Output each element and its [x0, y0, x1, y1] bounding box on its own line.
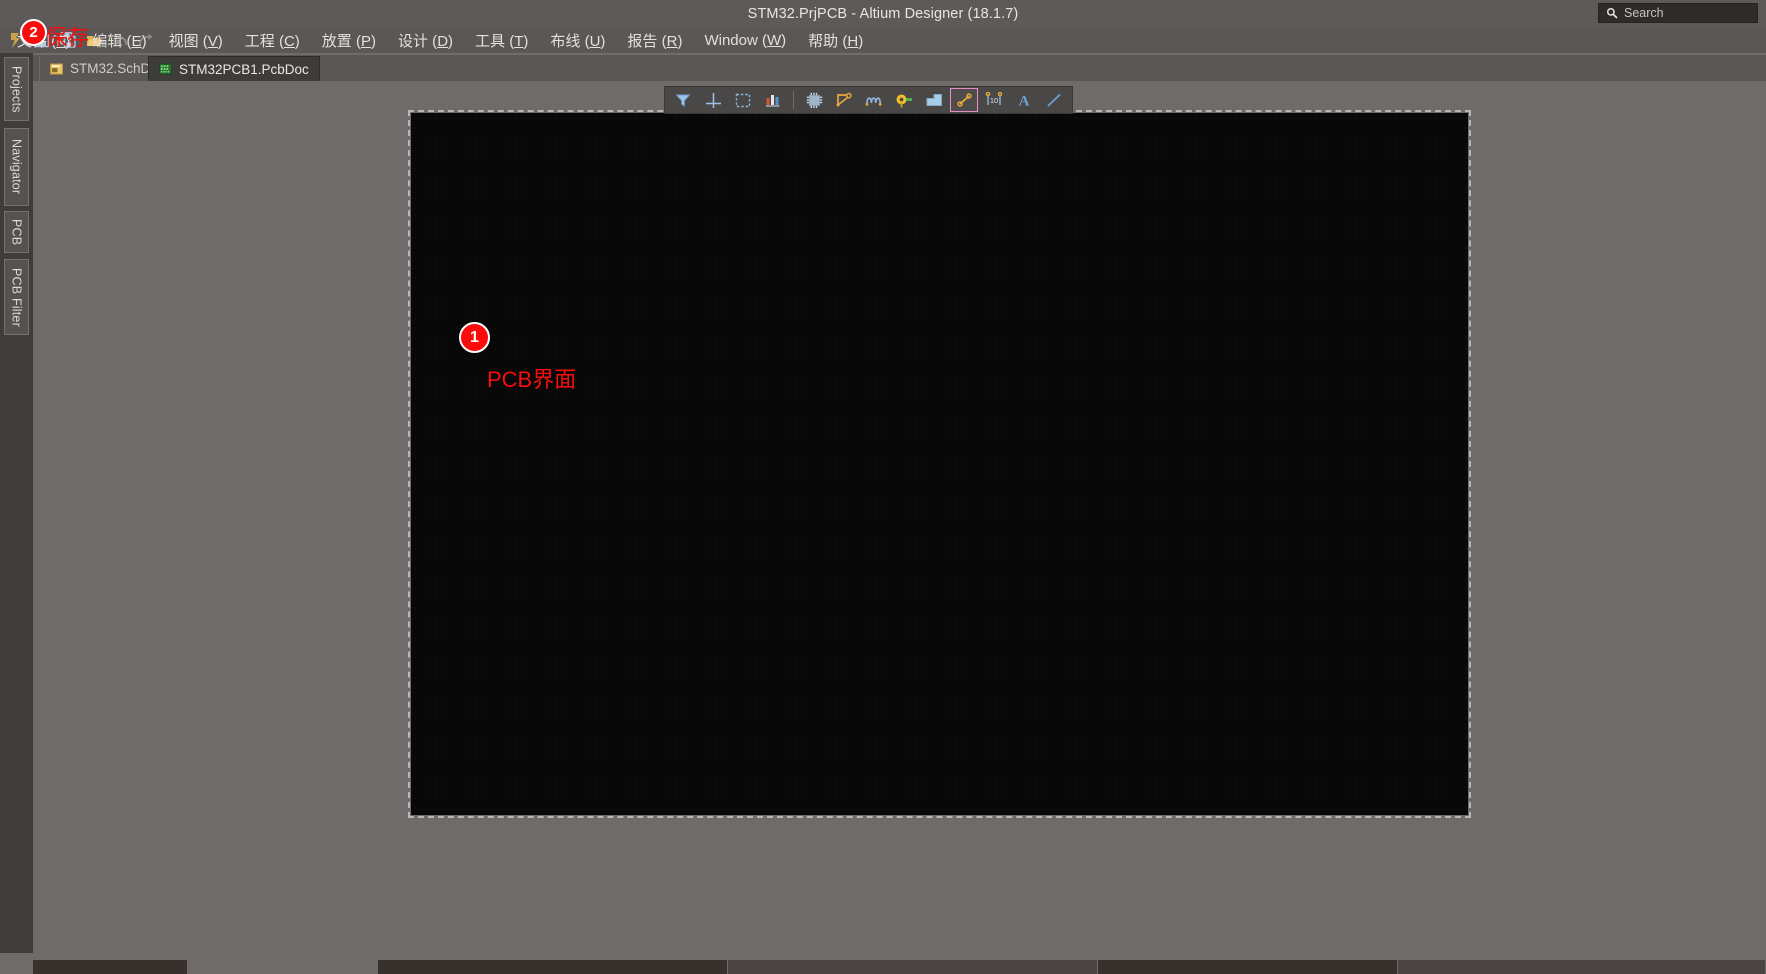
- menu-item-5[interactable]: 放置 (P): [311, 28, 387, 53]
- horizontal-scrollbar[interactable]: [33, 960, 1766, 974]
- dimension-value-text: 10: [990, 96, 998, 105]
- menu-bar-items: 文件 (F)编辑 (E)视图 (V)工程 (C)放置 (P)设计 (D)工具 (…: [0, 28, 1766, 53]
- place-line-icon[interactable]: [1040, 88, 1068, 112]
- scrollbar-segment[interactable]: [378, 960, 728, 974]
- menu-item-accelerator: W: [766, 32, 782, 49]
- menu-item-accelerator: D: [437, 33, 449, 50]
- menu-item-label: 视图: [168, 33, 199, 50]
- annotation-badge-1: 1: [459, 322, 490, 353]
- svg-text:A: A: [1019, 94, 1030, 109]
- crosshair-origin-icon[interactable]: [699, 88, 727, 112]
- scrollbar-thumb[interactable]: [188, 960, 378, 974]
- panel-tab-label: Navigator: [9, 139, 24, 195]
- document-tab-bar: STM32.SchDoc STM32PCB1.PcbDoc: [33, 55, 1766, 81]
- menu-item-accelerator: R: [666, 33, 678, 50]
- menu-item-10[interactable]: Window (W): [693, 30, 797, 51]
- menu-item-9[interactable]: 报告 (R): [616, 28, 693, 53]
- menu-item-accelerator: H: [847, 33, 859, 50]
- panel-tab-label: Projects: [9, 65, 24, 113]
- place-differential-pair-icon[interactable]: [860, 88, 888, 112]
- altium-designer-window: STM32.PrjPCB - Altium Designer (18.1.7) …: [0, 0, 1766, 974]
- panel-tab-navigator[interactable]: Navigator: [4, 128, 29, 206]
- scrollbar-segment[interactable]: [1098, 960, 1398, 974]
- menu-item-accelerator: P: [360, 33, 371, 50]
- place-interactive-route-icon[interactable]: [830, 88, 858, 112]
- search-input[interactable]: Search: [1598, 3, 1758, 23]
- toolbar-separator: [793, 91, 794, 109]
- place-polygon-icon[interactable]: [920, 88, 948, 112]
- panel-tab-pcb[interactable]: PCB: [4, 211, 29, 253]
- menu-item-accelerator: E: [131, 33, 142, 50]
- menu-item-accelerator: U: [589, 33, 601, 50]
- filter-icon[interactable]: [669, 88, 697, 112]
- place-pad-icon[interactable]: [890, 88, 918, 112]
- place-component-icon[interactable]: [800, 88, 828, 112]
- menu-item-accelerator: C: [283, 33, 295, 50]
- document-tab-2[interactable]: STM32PCB1.PcbDoc: [148, 56, 320, 81]
- menu-item-label: Window: [704, 32, 758, 49]
- menu-item-label: 工具: [475, 33, 506, 50]
- menu-item-4[interactable]: 工程 (C): [234, 28, 311, 53]
- menu-item-6[interactable]: 设计 (D): [387, 28, 464, 53]
- panel-tab-label: PCB: [9, 218, 24, 246]
- menu-item-accelerator: T: [514, 33, 524, 50]
- menu-item-8[interactable]: 布线 (U): [539, 28, 616, 53]
- place-dimension-icon[interactable]: 10: [980, 88, 1008, 112]
- menu-item-2[interactable]: 编辑 (E): [81, 28, 157, 53]
- search-placeholder-text: Search: [1624, 6, 1664, 20]
- pcb-board-outline: [408, 110, 1471, 818]
- board-planning-icon[interactable]: [759, 88, 787, 112]
- annotation-badge-2: 2: [20, 19, 47, 46]
- menu-item-label: 工程: [244, 33, 275, 50]
- place-string-icon[interactable]: A: [1010, 88, 1038, 112]
- left-panel-rail: Projects Navigator PCB PCB Filter: [0, 53, 33, 953]
- menu-item-7[interactable]: 工具 (T): [464, 28, 539, 53]
- menu-item-label: 帮助: [808, 33, 839, 50]
- search-icon: [1607, 8, 1618, 19]
- schematic-doc-icon: [50, 62, 63, 75]
- scrollbar-segment[interactable]: [33, 960, 188, 974]
- annotation-label-save: 保存: [45, 25, 90, 50]
- place-track-icon[interactable]: [950, 88, 978, 112]
- menu-item-label: 编辑: [92, 33, 123, 50]
- panel-tab-pcb-filter[interactable]: PCB Filter: [4, 259, 29, 335]
- scrollbar-segment[interactable]: [728, 960, 1098, 974]
- annotation-label-pcb: PCB界面: [487, 367, 577, 392]
- menu-item-accelerator: V: [207, 33, 218, 50]
- menu-item-3[interactable]: 视图 (V): [158, 28, 234, 53]
- menu-item-label: 报告: [627, 33, 658, 50]
- panel-tab-label: PCB Filter: [9, 267, 24, 327]
- document-tab-label: STM32PCB1.PcbDoc: [179, 61, 309, 77]
- menu-item-label: 放置: [321, 33, 352, 50]
- window-title: STM32.PrjPCB - Altium Designer (18.1.7): [747, 5, 1019, 22]
- menu-item-11[interactable]: 帮助 (H): [797, 28, 874, 53]
- scrollbar-segment[interactable]: [1398, 960, 1766, 974]
- pcb-doc-icon: [159, 63, 172, 75]
- panel-tab-projects[interactable]: Projects: [4, 57, 29, 121]
- menu-item-label: 设计: [398, 33, 429, 50]
- pcb-floating-toolbar: 10 A: [664, 86, 1073, 114]
- title-bar: STM32.PrjPCB - Altium Designer (18.1.7) …: [0, 0, 1766, 27]
- pcb-board-area[interactable]: [408, 110, 1471, 818]
- menu-item-label: 布线: [550, 33, 581, 50]
- marquee-select-icon[interactable]: [729, 88, 757, 112]
